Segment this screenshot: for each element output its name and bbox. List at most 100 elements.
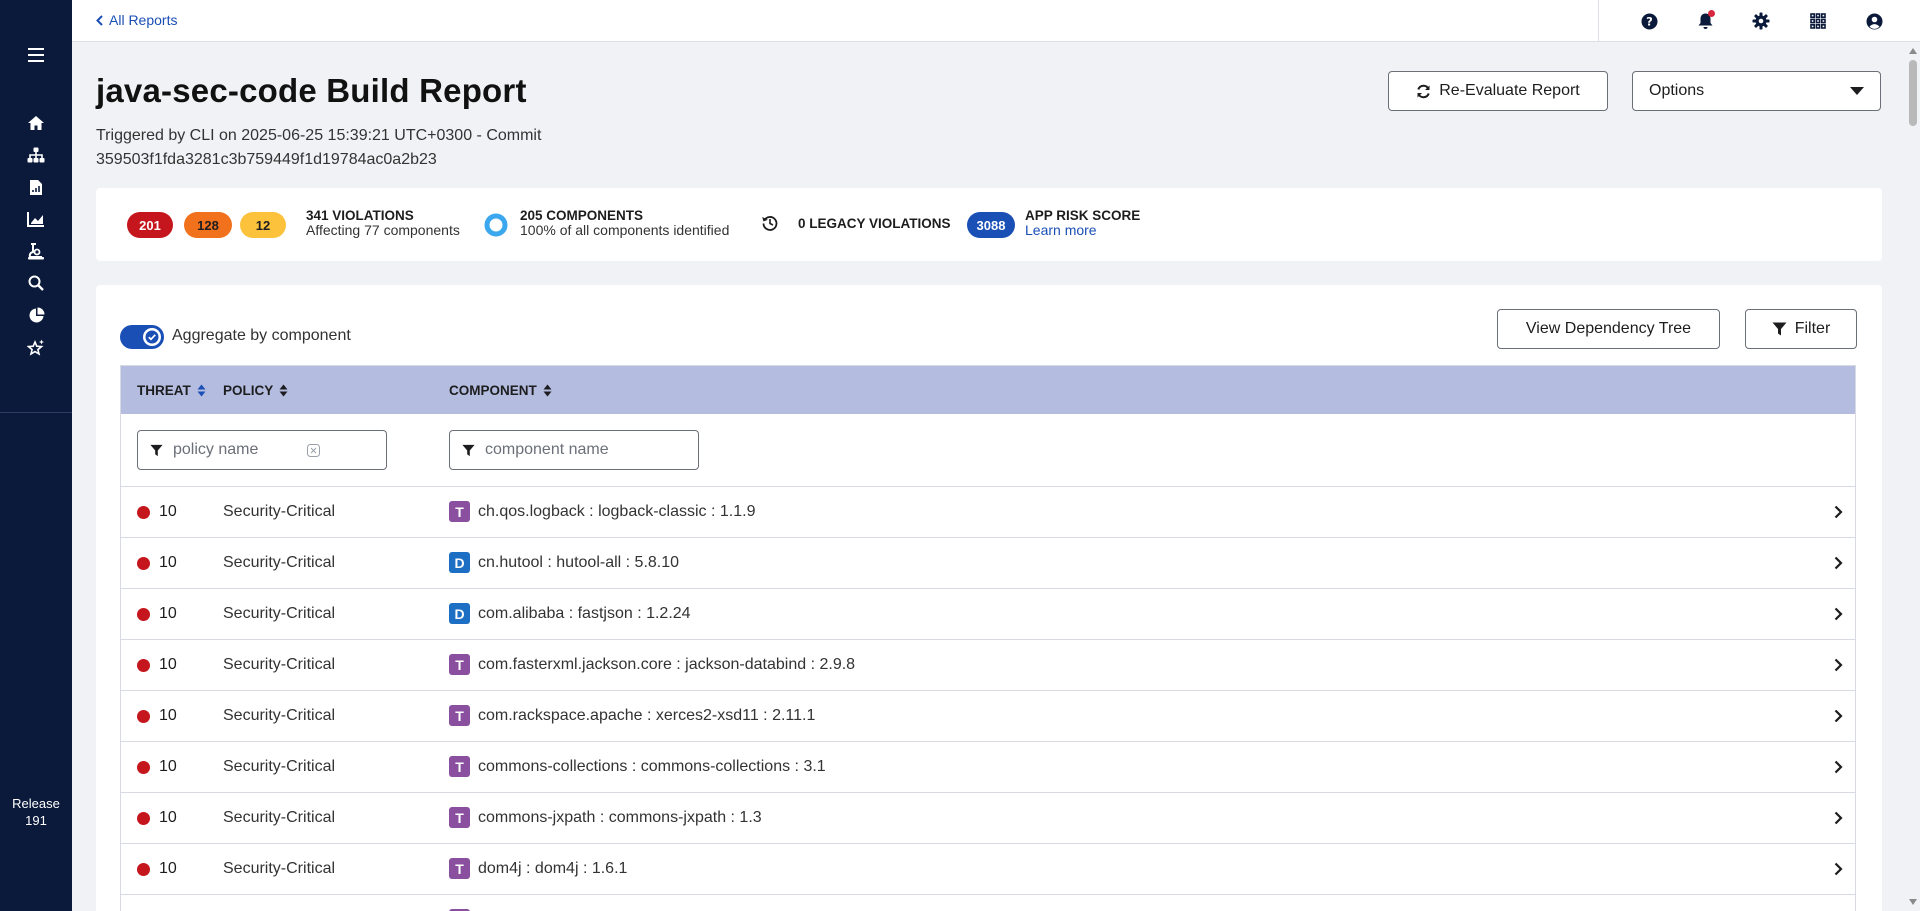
- sidebar: Release 191: [0, 0, 72, 911]
- aggregate-label: Aggregate by component: [172, 327, 351, 344]
- star-sparkle-icon[interactable]: [0, 333, 72, 361]
- notifications-bell-icon[interactable]: [1694, 10, 1716, 32]
- threat-score: 10: [159, 605, 177, 622]
- aggregate-toggle[interactable]: [120, 325, 164, 349]
- organization-icon[interactable]: [0, 141, 72, 169]
- top-bar: All Reports ?: [72, 0, 1920, 42]
- dependency-type-badge: T: [449, 705, 470, 726]
- dependency-type-badge: T: [449, 807, 470, 828]
- threat-level-dot: [137, 659, 150, 672]
- sort-icon: [279, 384, 288, 397]
- laboratory-icon[interactable]: [0, 237, 72, 265]
- table-row[interactable]: 10 Security-Critical Tcom.rackspace.apache…: [121, 691, 1855, 742]
- table-row[interactable]: 9Security-CriticalT: [121, 895, 1855, 911]
- clear-field-icon[interactable]: [307, 443, 320, 457]
- threat-level-dot: [137, 557, 150, 570]
- table-row[interactable]: 10 Security-Critical Tch.qos.logback : log…: [121, 487, 1855, 538]
- table-row[interactable]: 10 Security-Critical Tdom4j : dom4j : 1.6.…: [121, 844, 1855, 895]
- view-dependency-tree-button[interactable]: View Dependency Tree: [1497, 309, 1720, 349]
- table-row[interactable]: 10 Security-Critical Tcommons-collections …: [121, 742, 1855, 793]
- component-name-input[interactable]: [485, 441, 665, 459]
- component-name: commons-collections : commons-collection…: [478, 758, 826, 775]
- severe-count-badge[interactable]: 128: [184, 212, 232, 238]
- violations-summary: 341 VIOLATIONS Affecting 77 components: [306, 208, 460, 238]
- threat-score: 10: [159, 503, 177, 520]
- policy-name: Security-Critical: [223, 707, 336, 724]
- re-evaluate-report-button[interactable]: Re-Evaluate Report: [1388, 71, 1608, 111]
- threat-score: 10: [159, 809, 177, 826]
- scrollbar-thumb[interactable]: [1909, 60, 1917, 126]
- table-row[interactable]: 10 Security-Critical Dcn.hutool : hutool-a…: [121, 538, 1855, 589]
- component-name: com.rackspace.apache : xerces2-xsd11 : 2…: [478, 707, 816, 724]
- topbar-separator: [1598, 0, 1599, 42]
- components-ring-icon: [484, 213, 508, 237]
- threat-level-dot: [137, 608, 150, 621]
- notification-dot: [1708, 10, 1715, 17]
- sidebar-divider: [0, 412, 72, 413]
- critical-count-badge[interactable]: 201: [127, 212, 173, 238]
- threat-column-header[interactable]: THREAT: [137, 383, 206, 398]
- scroll-up-arrow-icon[interactable]: [1909, 48, 1917, 54]
- scroll-down-arrow-icon[interactable]: [1909, 899, 1917, 905]
- history-icon: [762, 216, 778, 231]
- help-icon[interactable]: ?: [1638, 10, 1660, 32]
- table-header: THREAT POLICY COMPONENT: [121, 366, 1855, 414]
- hamburger-menu-icon[interactable]: [0, 40, 72, 70]
- violations-table: THREAT POLICY COMPONENT 10Se: [120, 365, 1856, 911]
- chevron-right-icon[interactable]: [1834, 760, 1843, 774]
- chevron-right-icon[interactable]: [1834, 862, 1843, 876]
- dependency-type-badge: D: [449, 552, 470, 573]
- threat-level-dot: [137, 812, 150, 825]
- user-avatar-icon[interactable]: [1863, 10, 1885, 32]
- policy-column-header[interactable]: POLICY: [223, 383, 288, 398]
- threat-score: 10: [159, 707, 177, 724]
- risk-score-summary: APP RISK SCORE Learn more: [1025, 208, 1141, 238]
- all-reports-link[interactable]: All Reports: [96, 12, 177, 28]
- component-name: commons-jxpath : commons-jxpath : 1.3: [478, 809, 762, 826]
- dependency-type-badge: T: [449, 501, 470, 522]
- moderate-count-badge[interactable]: 12: [240, 212, 286, 238]
- dependency-type-badge: T: [449, 756, 470, 777]
- threat-score: 10: [159, 860, 177, 877]
- chevron-right-icon[interactable]: [1834, 607, 1843, 621]
- options-dropdown[interactable]: Options: [1632, 71, 1881, 111]
- table-row[interactable]: 10 Security-Critical Dcom.alibaba : fastjs…: [121, 589, 1855, 640]
- policy-name: Security-Critical: [223, 860, 336, 877]
- reports-icon[interactable]: [0, 173, 72, 201]
- dependency-type-badge: T: [449, 654, 470, 675]
- table-body: 10 Security-Critical Tch.qos.logback : log…: [121, 487, 1855, 911]
- chevron-right-icon[interactable]: [1834, 556, 1843, 570]
- chevron-right-icon[interactable]: [1834, 709, 1843, 723]
- policy-name: Security-Critical: [223, 809, 336, 826]
- chevron-right-icon[interactable]: [1834, 658, 1843, 672]
- filter-funnel-icon: [150, 444, 163, 456]
- threat-score: 10: [159, 554, 177, 571]
- policy-name-input[interactable]: [173, 441, 293, 459]
- settings-gear-icon[interactable]: [1750, 10, 1772, 32]
- chevron-right-icon[interactable]: [1834, 811, 1843, 825]
- component-column-header[interactable]: COMPONENT: [449, 383, 552, 398]
- policy-name: Security-Critical: [223, 554, 336, 571]
- legacy-violations-summary: 0 LEGACY VIOLATIONS: [798, 216, 951, 231]
- page-scrollbar[interactable]: [1906, 42, 1920, 911]
- chevron-right-icon[interactable]: [1834, 505, 1843, 519]
- policy-name: Security-Critical: [223, 605, 336, 622]
- component-name: dom4j : dom4j : 1.6.1: [478, 860, 628, 877]
- threat-score: 10: [159, 758, 177, 775]
- pie-chart-icon[interactable]: [0, 301, 72, 329]
- table-row[interactable]: 10 Security-Critical Tcommons-jxpath : com…: [121, 793, 1855, 844]
- policy-name: Security-Critical: [223, 758, 336, 775]
- apps-grid-icon[interactable]: [1807, 10, 1829, 32]
- filter-funnel-icon: [1772, 322, 1787, 336]
- components-summary: 205 COMPONENTS 100% of all components id…: [520, 208, 730, 238]
- search-icon[interactable]: [0, 269, 72, 297]
- dashboard-chart-icon[interactable]: [0, 205, 72, 233]
- component-name: ch.qos.logback : logback-classic : 1.1.9: [478, 503, 756, 520]
- table-row[interactable]: 10 Security-Critical Tcom.fasterxml.jackso…: [121, 640, 1855, 691]
- home-icon[interactable]: [0, 109, 72, 137]
- learn-more-link[interactable]: Learn more: [1025, 223, 1140, 238]
- component-name: com.alibaba : fastjson : 1.2.24: [478, 605, 691, 622]
- report-summary-bar: 201 128 12 341 VIOLATIONS Affecting 77 c…: [96, 188, 1882, 261]
- check-circle-icon: [145, 330, 159, 344]
- filter-button[interactable]: Filter: [1745, 309, 1857, 349]
